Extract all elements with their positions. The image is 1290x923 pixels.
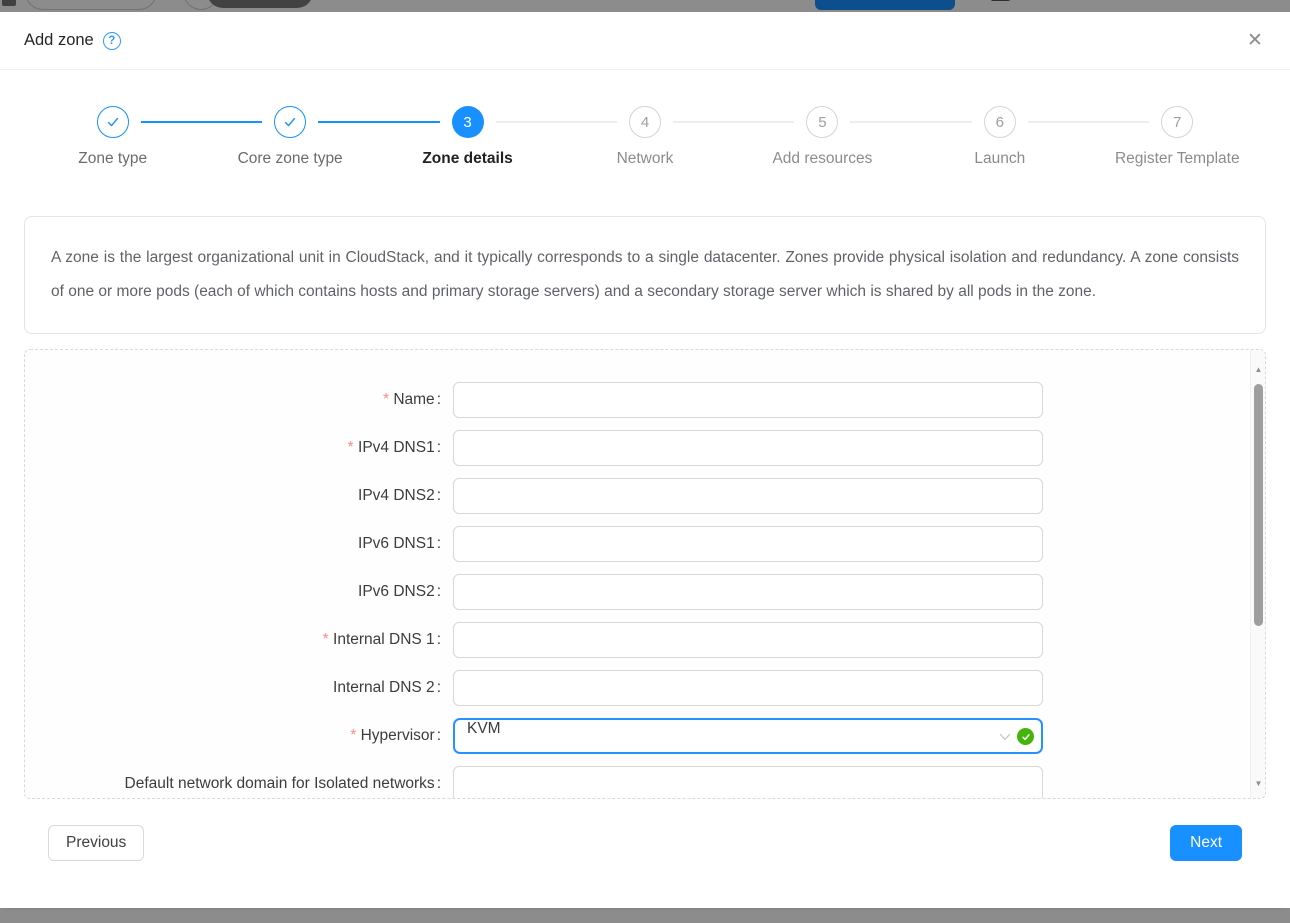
field-label: IPv4 DNS2 bbox=[25, 487, 445, 505]
field-label: Hypervisor bbox=[25, 727, 445, 745]
zone-description: A zone is the largest organizational uni… bbox=[24, 216, 1266, 334]
step-core-zone-type: Core zone type bbox=[201, 106, 378, 168]
step-label: Network bbox=[617, 150, 674, 168]
form-row-name: Name bbox=[25, 382, 1265, 418]
step-label: Zone type bbox=[78, 150, 147, 168]
step-label: Register Template bbox=[1115, 150, 1240, 168]
form-row-internal-dns-1: Internal DNS 1 bbox=[25, 622, 1265, 658]
step-number: 4 bbox=[641, 114, 649, 131]
step-launch: 6 Launch bbox=[911, 106, 1088, 168]
scroll-up-icon[interactable]: ▲ bbox=[1251, 362, 1266, 378]
stepper: Zone type Core zone type 3 Zone details … bbox=[24, 106, 1266, 168]
ipv4-dns2-input[interactable] bbox=[453, 478, 1043, 514]
step-circle[interactable]: 5 bbox=[806, 106, 838, 138]
step-label: Zone details bbox=[422, 150, 512, 168]
default-network-domain-for-isolated-networks-input[interactable] bbox=[453, 766, 1043, 799]
select-value: KVM bbox=[467, 720, 501, 737]
field-label: Name bbox=[25, 391, 445, 409]
form-row-ipv4-dns2: IPv4 DNS2 bbox=[25, 478, 1265, 514]
add-zone-modal: Add zone ? ✕ Zone type Core zone type bbox=[0, 12, 1290, 908]
chevron-down-icon bbox=[999, 731, 1011, 743]
form-row-ipv4-dns1: IPv4 DNS1 bbox=[25, 430, 1265, 466]
form-row-ipv6-dns1: IPv6 DNS1 bbox=[25, 526, 1265, 562]
step-connector bbox=[1028, 121, 1149, 123]
next-button[interactable]: Next bbox=[1170, 825, 1242, 861]
form-row-ipv6-dns2: IPv6 DNS2 bbox=[25, 574, 1265, 610]
step-connector bbox=[850, 121, 971, 123]
step-label: Launch bbox=[974, 150, 1025, 168]
modal-title: Add zone bbox=[24, 31, 94, 50]
ipv6-dns2-input[interactable] bbox=[453, 574, 1043, 610]
field-label: Internal DNS 2 bbox=[25, 679, 445, 697]
field-label: Internal DNS 1 bbox=[25, 631, 445, 649]
modal-header: Add zone ? ✕ bbox=[0, 12, 1290, 70]
name-input[interactable] bbox=[453, 382, 1043, 418]
step-circle[interactable]: 7 bbox=[1161, 106, 1193, 138]
internal-dns-1-input[interactable] bbox=[453, 622, 1043, 658]
field-label: IPv6 DNS1 bbox=[25, 535, 445, 553]
screen: Licensed under the Apache License, Versi… bbox=[0, 0, 1290, 923]
scrollbar-thumb[interactable] bbox=[1254, 384, 1263, 626]
internal-dns-2-input[interactable] bbox=[453, 670, 1043, 706]
step-connector bbox=[141, 121, 262, 123]
form-row-default-network-domain-for-isolated-networks: Default network domain for Isolated netw… bbox=[25, 766, 1265, 799]
close-icon[interactable]: ✕ bbox=[1240, 26, 1270, 56]
step-connector bbox=[496, 121, 617, 123]
help-icon[interactable]: ? bbox=[103, 32, 121, 50]
field-label: IPv4 DNS1 bbox=[25, 439, 445, 457]
form-row-internal-dns-2: Internal DNS 2 bbox=[25, 670, 1265, 706]
step-number: 7 bbox=[1173, 114, 1181, 131]
step-circle[interactable] bbox=[274, 106, 306, 138]
step-label: Add resources bbox=[772, 150, 872, 168]
step-network: 4 Network bbox=[556, 106, 733, 168]
step-register-template: 7 Register Template bbox=[1089, 106, 1266, 168]
step-circle[interactable] bbox=[97, 106, 129, 138]
check-icon bbox=[105, 114, 121, 130]
previous-button[interactable]: Previous bbox=[48, 825, 144, 861]
ipv4-dns1-input[interactable] bbox=[453, 430, 1043, 466]
success-check-icon bbox=[1017, 728, 1034, 745]
form-row-hypervisor: Hypervisor KVM bbox=[25, 718, 1265, 754]
modal-body: Zone type Core zone type 3 Zone details … bbox=[0, 106, 1290, 861]
step-connector bbox=[318, 121, 439, 123]
step-circle[interactable]: 3 bbox=[452, 106, 484, 138]
modal-footer: Previous Next bbox=[24, 799, 1266, 861]
field-label: Default network domain for Isolated netw… bbox=[25, 775, 445, 793]
step-zone-details: 3 Zone details bbox=[379, 106, 556, 168]
form-rows: Name IPv4 DNS1 bbox=[25, 382, 1265, 799]
hypervisor-select[interactable]: KVM bbox=[453, 718, 1043, 754]
step-number: 6 bbox=[996, 114, 1004, 131]
step-zone-type: Zone type bbox=[24, 106, 201, 168]
step-number: 5 bbox=[818, 114, 826, 131]
step-number: 3 bbox=[463, 114, 471, 131]
step-connector bbox=[673, 121, 794, 123]
zone-details-form: Name IPv4 DNS1 bbox=[24, 349, 1266, 799]
step-circle[interactable]: 4 bbox=[629, 106, 661, 138]
step-label: Core zone type bbox=[238, 150, 343, 168]
step-add-resources: 5 Add resources bbox=[734, 106, 911, 168]
ipv6-dns1-input[interactable] bbox=[453, 526, 1043, 562]
scroll-down-icon[interactable]: ▼ bbox=[1251, 776, 1266, 792]
step-circle[interactable]: 6 bbox=[984, 106, 1016, 138]
form-scrollbar[interactable]: ▲ ▼ bbox=[1250, 350, 1265, 798]
field-label: IPv6 DNS2 bbox=[25, 583, 445, 601]
check-icon bbox=[282, 114, 298, 130]
